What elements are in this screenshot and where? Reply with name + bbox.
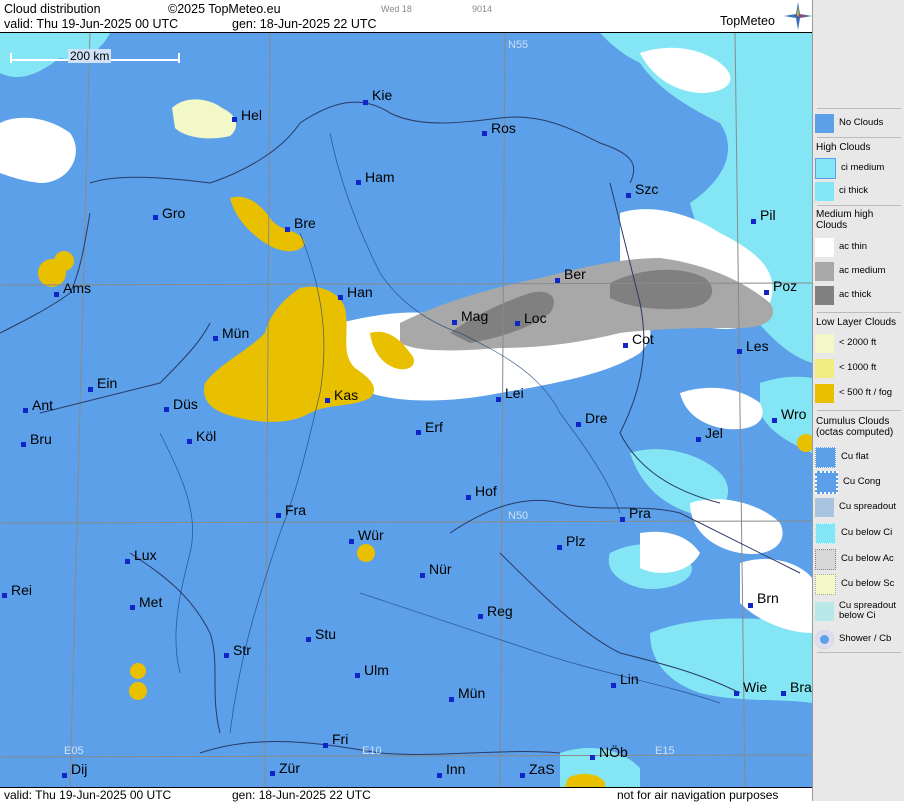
legend-cu-spread: Cu spreadout xyxy=(815,496,903,518)
city-rei[interactable]: Rei xyxy=(2,582,32,598)
city-brn[interactable]: Brn xyxy=(748,590,779,608)
city-kas[interactable]: Kas xyxy=(325,387,358,403)
city-hof[interactable]: Hof xyxy=(466,483,497,500)
legend-no-clouds: No Clouds xyxy=(815,112,903,134)
city-ein[interactable]: Ein xyxy=(88,375,117,392)
city-zas[interactable]: ZaS xyxy=(520,761,555,778)
map-title: Cloud distribution xyxy=(4,2,101,16)
city-bra[interactable]: Bra xyxy=(781,679,812,696)
header-small-text-2: 9014 xyxy=(472,4,493,14)
legend-ac-thin: ac thin xyxy=(815,236,903,258)
grid-label-n55: N55 xyxy=(508,39,529,51)
city-ulm[interactable]: Ulm xyxy=(355,662,389,678)
legend-high-title: High Clouds xyxy=(816,142,871,153)
legend-medium-title: Medium high Clouds xyxy=(816,209,874,231)
compass-logo-icon xyxy=(784,2,812,30)
city-ros[interactable]: Ros xyxy=(482,120,516,136)
legend-cu-below-ci: Cu below Ci xyxy=(815,522,903,544)
legend-panel: No Clouds High Clouds ci medium ci thick… xyxy=(812,0,904,801)
grid-label-n50: N50 xyxy=(508,510,529,522)
low-cloud-areas xyxy=(172,99,237,139)
city-pil[interactable]: Pil xyxy=(751,207,776,224)
city-pra[interactable]: Pra xyxy=(620,505,651,522)
footer-valid-time: valid: Thu 19-Jun-2025 00 UTC xyxy=(4,788,172,802)
city-mun-north[interactable]: Mün xyxy=(213,325,249,341)
legend-ci-thick: ci thick xyxy=(815,180,903,202)
topmeteo-logo-text: TopMeteo xyxy=(720,14,775,28)
legend-ci-medium: ci medium xyxy=(815,157,903,179)
cloud-map[interactable]: 200 km N55 N50 E05 E10 E15 Hel Kie Ros H… xyxy=(0,33,812,787)
city-nob[interactable]: NÖb xyxy=(590,744,628,760)
city-gro[interactable]: Gro xyxy=(153,205,185,221)
city-poz[interactable]: Poz xyxy=(764,278,797,295)
city-dre[interactable]: Dre xyxy=(576,410,608,427)
city-lei[interactable]: Lei xyxy=(496,385,524,402)
city-wie[interactable]: Wie xyxy=(734,679,767,696)
city-dus[interactable]: Düs xyxy=(164,396,198,412)
map-canvas xyxy=(0,33,812,787)
city-dij[interactable]: Dij xyxy=(62,761,87,778)
header-small-text-1: Wed 18 xyxy=(381,4,412,14)
legend-cu-below-sc: Cu below Sc xyxy=(815,573,903,595)
copyright: ©2025 TopMeteo.eu xyxy=(168,2,281,16)
valid-time: valid: Thu 19-Jun-2025 00 UTC xyxy=(4,17,179,31)
city-reg[interactable]: Reg xyxy=(478,603,513,619)
legend-ac-medium: ac medium xyxy=(815,260,903,282)
legend-low-500: < 500 ft / fog xyxy=(815,382,903,404)
scale-label: 200 km xyxy=(68,49,112,63)
grid-label-e15: E15 xyxy=(655,745,675,757)
generated-time: gen: 18-Jun-2025 22 UTC xyxy=(232,17,377,31)
city-str[interactable]: Str xyxy=(224,642,251,658)
grid-label-e05: E05 xyxy=(64,745,84,757)
legend-cu-below-ac: Cu below Ac xyxy=(815,548,903,570)
city-szc[interactable]: Szc xyxy=(626,181,658,198)
city-ham[interactable]: Ham xyxy=(356,169,395,185)
city-cot[interactable]: Cot xyxy=(623,331,654,348)
legend-ac-thick: ac thick xyxy=(815,284,903,306)
city-ant[interactable]: Ant xyxy=(23,397,53,413)
legend-cu-spread-ci: Cu spreadout below Ci xyxy=(815,600,903,622)
city-stu[interactable]: Stu xyxy=(306,626,336,642)
city-mun-south[interactable]: Mün xyxy=(449,685,485,702)
city-met[interactable]: Met xyxy=(130,594,162,610)
city-plz[interactable]: Plz xyxy=(557,533,585,550)
scale-bar: 200 km xyxy=(10,49,180,67)
city-wro[interactable]: Wro xyxy=(772,406,806,423)
city-han[interactable]: Han xyxy=(338,284,373,300)
city-kol[interactable]: Köl xyxy=(187,428,216,444)
city-ams[interactable]: Ams xyxy=(54,280,91,297)
city-nur[interactable]: Nür xyxy=(420,561,452,578)
map-header: Cloud distribution ©2025 TopMeteo.eu Wed… xyxy=(0,0,812,33)
city-kie[interactable]: Kie xyxy=(363,87,392,105)
city-loc[interactable]: Loc xyxy=(515,310,547,326)
city-ber[interactable]: Ber xyxy=(555,266,586,283)
grid-label-e10: E10 xyxy=(362,745,382,757)
city-erf[interactable]: Erf xyxy=(416,419,443,435)
city-jel[interactable]: Jel xyxy=(696,425,723,442)
legend-low-title: Low Layer Clouds xyxy=(816,317,897,328)
footer-disclaimer: not for air navigation purposes xyxy=(617,788,779,802)
city-les[interactable]: Les xyxy=(737,338,769,354)
city-inn[interactable]: Inn xyxy=(437,761,465,778)
city-lux[interactable]: Lux xyxy=(125,547,157,564)
city-bru[interactable]: Bru xyxy=(21,431,52,447)
legend-shower: Shower / Cb xyxy=(815,628,903,650)
map-footer: valid: Thu 19-Jun-2025 00 UTC gen: 18-Ju… xyxy=(0,787,812,802)
city-bre[interactable]: Bre xyxy=(285,215,316,232)
city-lin[interactable]: Lin xyxy=(611,671,639,688)
city-wur[interactable]: Wür xyxy=(349,527,384,544)
legend-cu-flat: Cu flat xyxy=(815,446,903,468)
legend-cu-title: Cumulus Clouds (octas computed) xyxy=(816,416,894,438)
city-fri[interactable]: Fri xyxy=(323,731,348,748)
city-fra[interactable]: Fra xyxy=(276,502,306,518)
footer-generated-time: gen: 18-Jun-2025 22 UTC xyxy=(232,788,371,802)
legend-low-2000: < 2000 ft xyxy=(815,332,903,354)
legend-cu-cong: Cu Cong xyxy=(815,470,903,494)
city-zur[interactable]: Zür xyxy=(270,760,300,776)
legend-low-1000: < 1000 ft xyxy=(815,357,903,379)
city-mag[interactable]: Mag xyxy=(452,308,488,325)
city-hel[interactable]: Hel xyxy=(232,107,262,123)
